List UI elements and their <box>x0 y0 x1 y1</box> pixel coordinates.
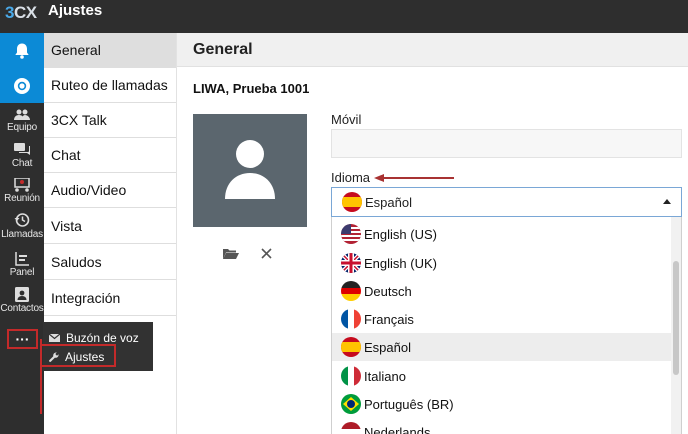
annotation-highlight-box <box>40 344 116 367</box>
submenu-item-label: General <box>51 42 101 58</box>
team-icon <box>14 109 30 120</box>
idioma-label: Idioma <box>331 170 371 185</box>
app-title: Ajustes <box>48 2 103 19</box>
nav-browser-extension[interactable] <box>0 68 44 103</box>
submenu-item-label: Chat <box>51 147 81 163</box>
more-button[interactable]: ··· <box>7 329 38 349</box>
language-option[interactable]: English (US) <box>332 220 671 248</box>
nav-equipo[interactable]: Equipo <box>0 103 44 138</box>
language-option-label: English (US) <box>364 226 437 242</box>
flag-brazil-icon <box>341 394 361 414</box>
submenu-item-label: Saludos <box>51 254 102 270</box>
language-dropdown: English (US) English (UK) Deutsch França… <box>331 217 682 434</box>
nav-llamadas[interactable]: Llamadas <box>0 208 44 243</box>
submenu-item-general[interactable]: General <box>44 33 176 68</box>
submenu-item-audio-video[interactable]: Audio/Video <box>44 173 176 208</box>
contacts-icon <box>15 287 29 302</box>
nav-panel[interactable]: Panel <box>0 247 44 282</box>
language-option[interactable]: Português (BR) <box>332 390 671 418</box>
language-option-label: Español <box>364 339 411 355</box>
main-header: General <box>177 33 688 67</box>
submenu-item-vista[interactable]: Vista <box>44 209 176 244</box>
user-name: LIWA, Prueba 1001 <box>193 81 310 96</box>
flag-uk-icon <box>341 253 361 273</box>
submenu-item-saludos[interactable]: Saludos <box>44 245 176 280</box>
settings-submenu: General Ruteo de llamadas 3CX Talk Chat … <box>44 33 177 434</box>
meeting-icon <box>14 177 30 192</box>
envelope-icon <box>49 334 60 342</box>
chat-icon <box>14 142 30 155</box>
language-option[interactable]: English (UK) <box>332 249 671 277</box>
submenu-item-3cx-talk[interactable]: 3CX Talk <box>44 103 176 138</box>
language-option-label: Italiano <box>364 368 406 384</box>
language-option-label: Português (BR) <box>364 396 454 412</box>
language-option[interactable]: Deutsch <box>332 277 671 305</box>
remove-photo-button[interactable] <box>261 246 272 264</box>
language-option[interactable]: Nederlands <box>332 418 671 434</box>
caret-up-icon <box>663 199 671 204</box>
close-icon <box>261 248 272 259</box>
flag-france-icon <box>341 309 361 329</box>
flag-germany-icon <box>341 281 361 301</box>
nav-label: Chat <box>11 157 33 169</box>
popup-item-voicemail[interactable]: Buzón de voz <box>49 331 139 345</box>
submenu-item-ruteo[interactable]: Ruteo de llamadas <box>44 68 176 103</box>
movil-input[interactable] <box>331 129 682 158</box>
annotation-arrow <box>374 174 454 182</box>
history-icon <box>14 212 30 227</box>
chrome-icon <box>14 77 30 94</box>
flag-us-icon <box>341 224 361 244</box>
page-title: General <box>193 41 253 58</box>
language-option-label: Deutsch <box>364 283 412 299</box>
nav-label: Panel <box>9 266 35 278</box>
submenu-item-chat[interactable]: Chat <box>44 138 176 173</box>
nav-contactos[interactable]: Contactos <box>0 283 44 318</box>
main-content: General LIWA, Prueba 1001 Móvil Idioma E… <box>177 33 688 434</box>
flag-spain-icon <box>342 192 362 212</box>
flag-spain-icon <box>341 337 361 357</box>
dropdown-scrollbar[interactable] <box>671 217 681 434</box>
submenu-item-label: Audio/Video <box>51 182 127 198</box>
submenu-item-integracion[interactable]: Integración <box>44 281 176 316</box>
left-nav: Equipo Chat Reunión Llamadas Panel Conta… <box>0 33 44 434</box>
language-option-label: Nederlands <box>364 424 431 434</box>
language-option[interactable]: Français <box>332 305 671 333</box>
submenu-item-label: Integración <box>51 290 121 306</box>
selected-language: Español <box>365 194 412 210</box>
submenu-item-label: Vista <box>51 218 82 234</box>
more-icon: ··· <box>15 331 30 347</box>
language-option-label: English (UK) <box>364 255 437 271</box>
language-select[interactable]: Español <box>331 187 682 217</box>
flag-netherlands-icon <box>341 422 361 434</box>
nav-reunion[interactable]: Reunión <box>0 173 44 208</box>
app-logo[interactable]: 3CX <box>5 3 37 23</box>
scrollbar-thumb[interactable] <box>673 261 679 375</box>
movil-label: Móvil <box>331 112 362 127</box>
avatar[interactable] <box>193 114 307 227</box>
language-option[interactable]: Italiano <box>332 362 671 390</box>
language-option-label: Français <box>364 311 414 327</box>
upload-folder-button[interactable] <box>223 247 239 265</box>
top-bar: 3CX Ajustes <box>0 0 688 33</box>
nav-label: Reunión <box>4 192 40 204</box>
bell-icon <box>15 43 29 59</box>
nav-label: Equipo <box>7 121 37 133</box>
folder-open-icon <box>223 249 239 259</box>
nav-label: Llamadas <box>1 228 43 240</box>
nav-notifications[interactable] <box>0 33 44 68</box>
submenu-item-label: Ruteo de llamadas <box>51 77 168 93</box>
submenu-item-label: 3CX Talk <box>51 112 107 128</box>
nav-chat[interactable]: Chat <box>0 138 44 173</box>
language-option-highlighted[interactable]: Español <box>332 333 671 361</box>
popup-item-label: Buzón de voz <box>66 331 139 345</box>
nav-label: Contactos <box>0 303 44 314</box>
panel-icon <box>15 251 29 266</box>
flag-italy-icon <box>341 366 361 386</box>
user-silhouette-icon <box>225 140 275 199</box>
